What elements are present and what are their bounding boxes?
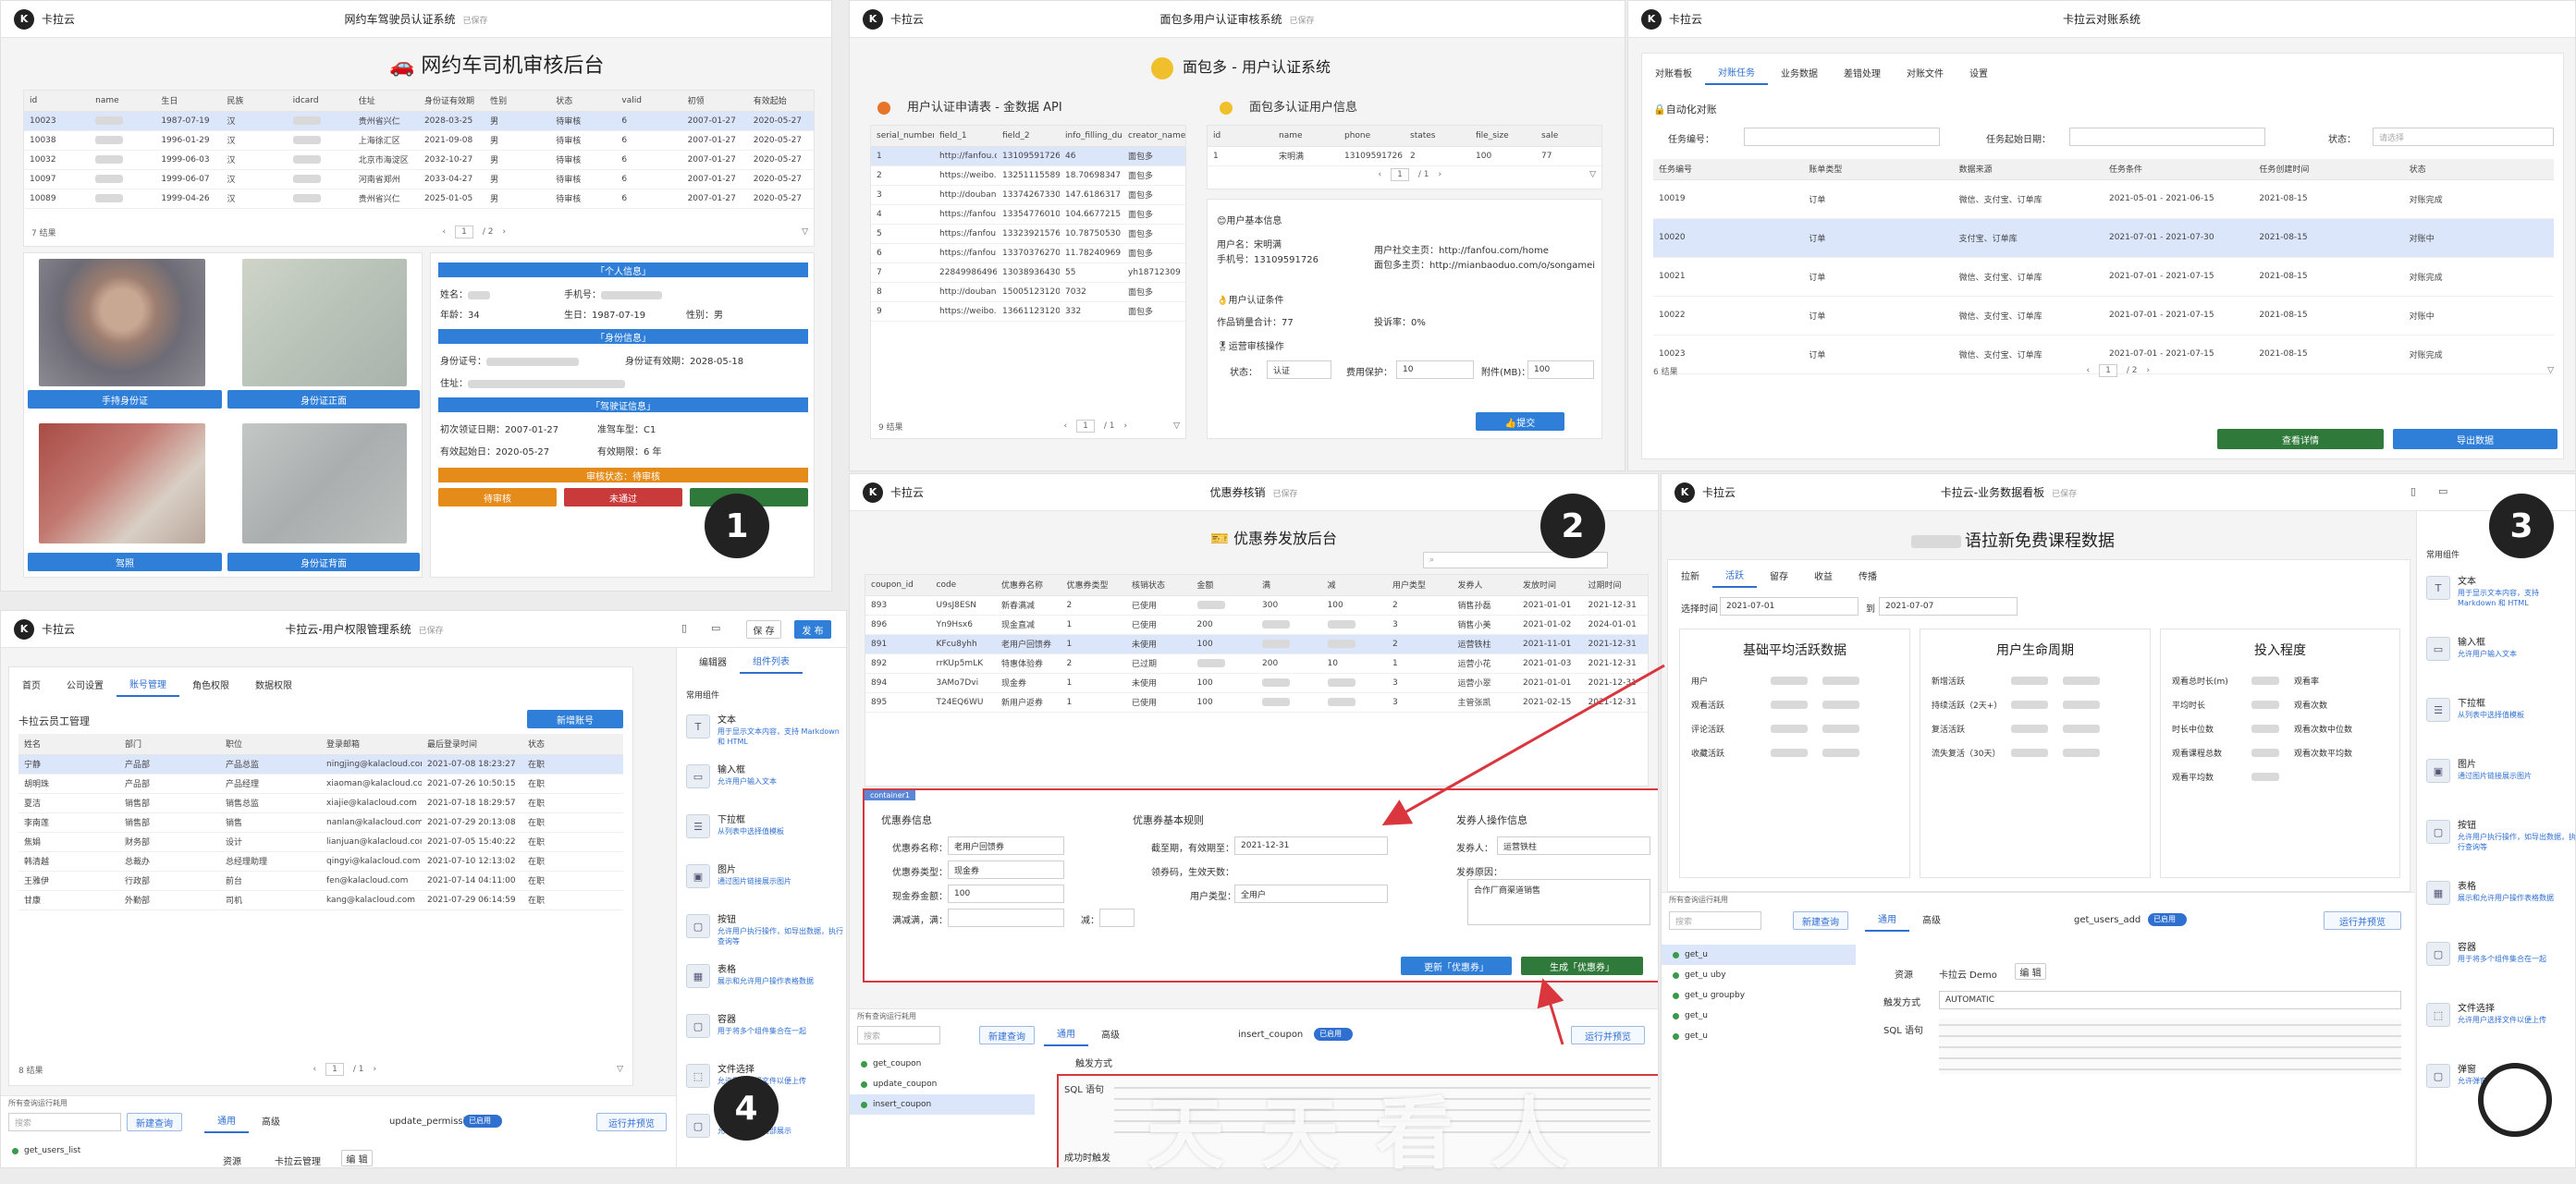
step-badge-1: 1	[705, 494, 769, 558]
step-badge-3: 3	[2489, 494, 2554, 558]
corner-logo	[2478, 1063, 2552, 1137]
arrow-to-sql	[1537, 978, 1564, 1045]
arrow-to-form	[1381, 664, 1665, 825]
watermark-text: 天天看人	[1147, 1089, 1606, 1179]
annotation-arrows	[1381, 664, 1665, 1045]
step-badge-4: 4	[714, 1076, 779, 1141]
step-badge-2: 2	[1540, 494, 1605, 558]
